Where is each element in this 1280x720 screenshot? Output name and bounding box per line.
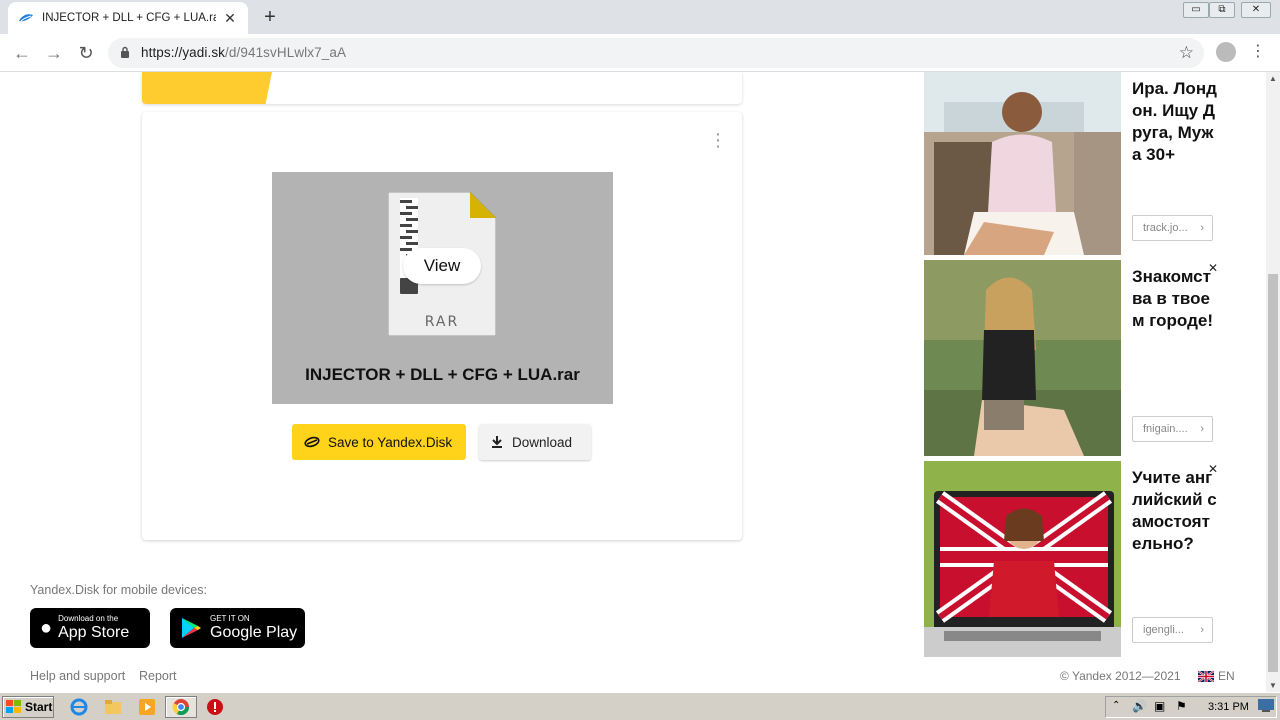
help-link[interactable]: Help and support [30, 669, 125, 683]
close-window-button[interactable]: ✕ [1241, 2, 1271, 18]
start-label: Start [25, 700, 53, 714]
tab-strip: INJECTOR + DLL + CFG + LUA.rar - ✕ + ▭ ⧉… [0, 0, 1280, 34]
google-play-icon [182, 618, 201, 638]
ad-link-text: fnigain.... [1143, 423, 1188, 435]
more-icon[interactable]: ⋮ [708, 130, 728, 152]
ad-block[interactable]: Учите английский самостоятельно? ✕ igeng… [924, 461, 1224, 657]
taskbar: Start ⌃ 🔊 ▣ ⚑ 3:31 PM [0, 692, 1280, 720]
ad-image[interactable] [924, 260, 1121, 456]
ad-link-button[interactable]: track.jo... › [1132, 215, 1213, 241]
ad-link-button[interactable]: fnigain.... › [1132, 416, 1213, 442]
ad-close-icon[interactable]: ✕ [1208, 462, 1218, 476]
ad-link-button[interactable]: igengli... › [1132, 617, 1213, 643]
star-icon[interactable]: ☆ [1179, 43, 1194, 63]
chrome-icon [172, 699, 190, 716]
forward-icon[interactable]: → [42, 41, 66, 65]
tray-expand-icon[interactable]: ⌃ [1112, 700, 1120, 711]
language-switch[interactable]: EN [1198, 669, 1235, 683]
page-scrollbar[interactable]: ▲ ▼ [1266, 72, 1280, 692]
browser-menu-icon[interactable]: ⋮ [1250, 42, 1266, 64]
profile-avatar[interactable] [1216, 42, 1236, 62]
chrome-taskbar-item[interactable] [165, 696, 197, 718]
tab-title: INJECTOR + DLL + CFG + LUA.rar - [42, 12, 216, 24]
report-link[interactable]: Report [139, 669, 177, 683]
download-label: Download [512, 434, 573, 450]
media-player-icon[interactable] [138, 698, 156, 716]
googleplay-small-text: GET IT ON [210, 614, 250, 623]
apple-icon: ● [40, 616, 53, 639]
app-store-button[interactable]: ● Download on the App Store [30, 608, 150, 648]
googleplay-big-text: Google Play [210, 624, 298, 641]
windows-logo-icon [6, 700, 21, 713]
file-card: ⋮ RAR View INJECTOR + DLL + CFG + LUA.ra… [142, 112, 742, 540]
start-button[interactable]: Start [2, 696, 54, 718]
save-label: Save to Yandex.Disk [328, 434, 453, 450]
yandex-disk-icon [19, 14, 33, 22]
ie-icon[interactable] [70, 698, 88, 716]
show-desktop-icon[interactable] [1258, 699, 1274, 713]
ad-close-icon[interactable]: ✕ [1208, 261, 1218, 275]
network-icon[interactable]: ▣ [1154, 699, 1165, 713]
view-button[interactable]: View [403, 248, 481, 284]
scroll-down-icon[interactable]: ▼ [1266, 681, 1280, 690]
url-text: https://yadi.sk/d/941svHLwlx7_aA [141, 45, 347, 60]
restore-button[interactable]: ⧉ [1209, 2, 1235, 18]
ad-block[interactable]: Ира. Лондон. Ищу Друга, Мужа 30+ track.j… [924, 72, 1224, 268]
ad-link-text: igengli... [1143, 624, 1184, 636]
file-preview[interactable]: RAR View INJECTOR + DLL + CFG + LUA.rar [272, 172, 613, 404]
minimize-button[interactable]: ▭ [1183, 2, 1209, 18]
download-icon [492, 436, 502, 448]
copyright: © Yandex 2012—2021 [1060, 669, 1181, 683]
rar-label: RAR [425, 314, 459, 330]
flag-icon[interactable]: ⚑ [1176, 699, 1187, 713]
back-icon[interactable]: ← [10, 41, 34, 65]
file-name: INJECTOR + DLL + CFG + LUA.rar [305, 365, 580, 384]
address-bar[interactable]: https://yadi.sk/d/941svHLwlx7_aA ☆ [108, 38, 1204, 68]
lock-icon [121, 46, 129, 58]
yandex-banner-shape [142, 72, 272, 104]
ad-title[interactable]: Ира. Лондон. Ищу Друга, Мужа 30+ [1132, 78, 1218, 166]
clock: 3:31 PM [1208, 701, 1249, 713]
language-label: EN [1218, 669, 1235, 683]
opera-icon[interactable] [206, 698, 224, 716]
google-play-button[interactable]: GET IT ON Google Play [170, 608, 305, 648]
tab-close-icon[interactable]: ✕ [222, 10, 238, 27]
system-tray: ⌃ 🔊 ▣ ⚑ [1105, 696, 1277, 718]
folder-icon[interactable] [104, 698, 122, 716]
volume-icon[interactable]: 🔊 [1132, 699, 1147, 713]
appstore-small-text: Download on the [58, 614, 119, 623]
ad-link-text: track.jo... [1143, 222, 1188, 234]
save-to-disk-button[interactable]: Save to Yandex.Disk [292, 424, 466, 460]
ad-block[interactable]: Знакомства в твоем городе! ✕ fnigain....… [924, 260, 1224, 456]
browser-tab[interactable]: INJECTOR + DLL + CFG + LUA.rar - ✕ [8, 2, 248, 34]
ad-title[interactable]: Знакомства в твоем городе! [1132, 266, 1218, 332]
download-button[interactable]: Download [479, 424, 591, 460]
ad-image[interactable] [924, 72, 1121, 255]
appstore-big-text: App Store [58, 624, 130, 641]
new-tab-button[interactable]: + [258, 5, 282, 29]
page-content: ⋮ RAR View INJECTOR + DLL + CFG + LUA.ra… [0, 72, 1266, 692]
ad-title[interactable]: Учите английский самостоятельно? [1132, 467, 1218, 555]
browser-toolbar: ← → ↻ https://yadi.sk/d/941svHLwlx7_aA ☆ [0, 34, 1280, 72]
scroll-up-icon[interactable]: ▲ [1266, 74, 1280, 83]
scroll-thumb[interactable] [1268, 274, 1278, 672]
mobile-apps-text: Yandex.Disk for mobile devices: [30, 583, 207, 597]
uk-flag-icon [1198, 670, 1214, 682]
yandex-disk-icon [304, 436, 320, 448]
header-card [142, 72, 742, 104]
ad-image[interactable] [924, 461, 1121, 657]
reload-icon[interactable]: ↻ [74, 41, 98, 65]
